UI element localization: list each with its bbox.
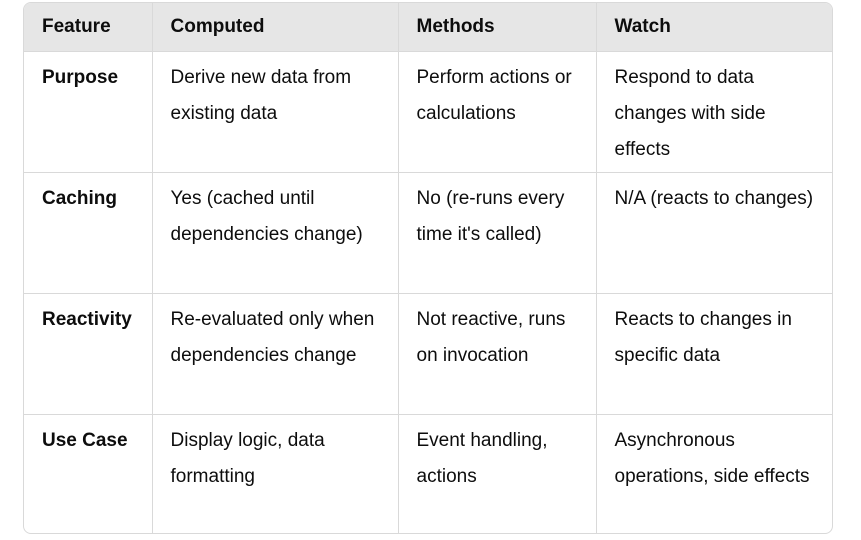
row-label-cell: Caching [24, 172, 153, 294]
header-cell-feature: Feature [24, 3, 153, 52]
header-cell-methods: Methods [398, 3, 597, 52]
comparison-table-container: Feature Computed Methods Watch Purpose D… [23, 2, 833, 534]
methods-cell: Event handling, actions [398, 414, 597, 533]
header-row: Feature Computed Methods Watch [24, 3, 832, 52]
table-body: Purpose Derive new data from existing da… [24, 51, 832, 533]
row-label-cell: Use Case [24, 414, 153, 533]
methods-cell: Perform actions or calculations [398, 51, 597, 173]
computed-cell: Derive new data from existing data [152, 51, 399, 173]
table-row: Reactivity Re-evaluated only when depend… [24, 293, 832, 415]
table-row: Purpose Derive new data from existing da… [24, 51, 832, 173]
watch-cell: Asynchronous operations, side effects [614, 429, 810, 487]
watch-cell: Reacts to changes in specific data [596, 293, 832, 415]
methods-cell: Not reactive, runs on invocation [398, 293, 597, 415]
methods-cell: No (re-runs every time it's called) [398, 172, 597, 294]
table-row: Use Case Display logic, data formatting … [24, 414, 832, 533]
row-label-cell: Reactivity [24, 293, 153, 415]
watch-cell: Respond to data changes with side effect… [596, 51, 832, 173]
header-cell-watch: Watch [596, 3, 832, 52]
computed-cell: Display logic, data formatting [152, 414, 399, 533]
row-label-cell: Purpose [24, 51, 153, 173]
computed-cell: Yes (cached until dependencies change) [152, 172, 399, 294]
header-cell-computed: Computed [152, 3, 399, 52]
table-header: Feature Computed Methods Watch [24, 3, 832, 52]
comparison-table: Feature Computed Methods Watch Purpose D… [24, 3, 832, 533]
computed-cell: Re-evaluated only when dependencies chan… [152, 293, 399, 415]
watch-cell: N/A (reacts to changes) [596, 172, 832, 294]
table-row: Caching Yes (cached until dependencies c… [24, 172, 832, 294]
